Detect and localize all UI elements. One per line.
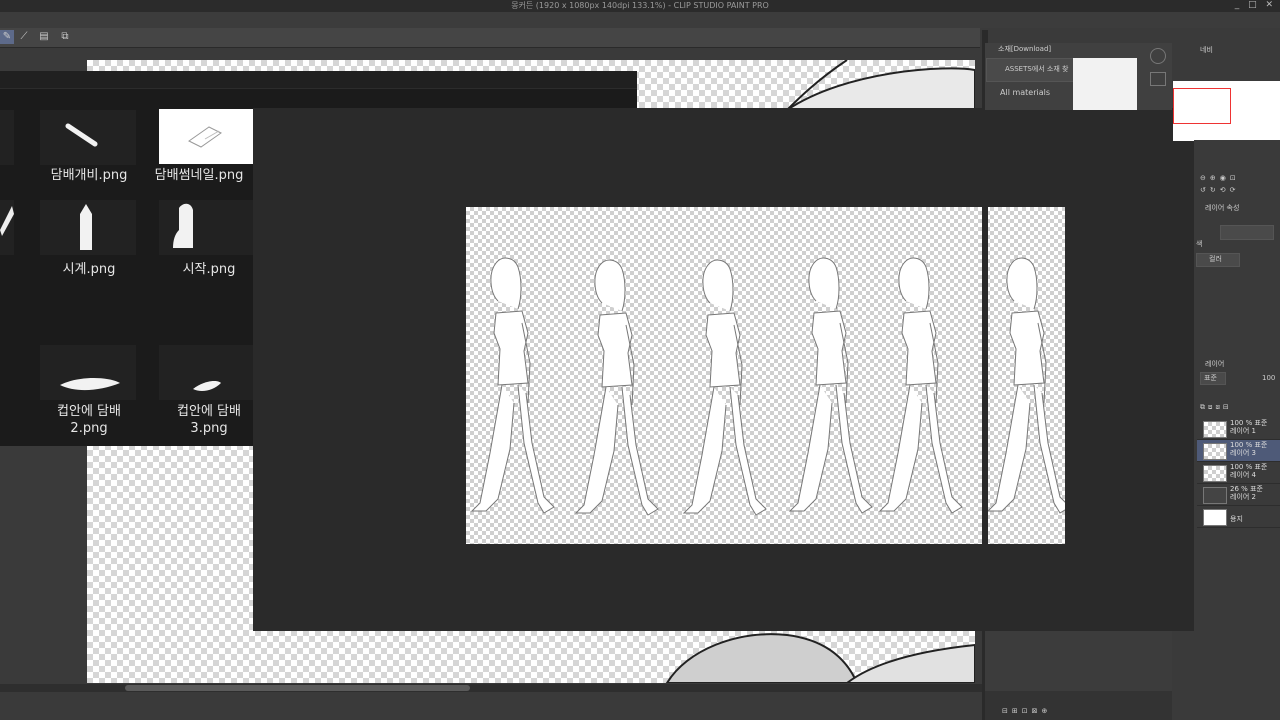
- layer-properties-tab[interactable]: 레이어 속성: [1205, 204, 1239, 213]
- file-thumbnail[interactable]: [0, 200, 14, 255]
- file-name-partial[interactable]: png: [0, 403, 20, 420]
- ash-pile-icon: [60, 378, 120, 391]
- layer-name: 레이어 3: [1230, 449, 1256, 457]
- layer-thumbnail: [1203, 465, 1227, 482]
- file-name[interactable]: 담배썸네일.png: [139, 167, 259, 184]
- layer-info: 26 % 표준: [1230, 485, 1263, 493]
- layer-thumbnail: [1203, 487, 1227, 504]
- navigator-viewport[interactable]: [1173, 88, 1231, 124]
- layer-name: 레이어 1: [1230, 427, 1256, 435]
- file-thumbnail[interactable]: [40, 200, 136, 255]
- preview-image: [466, 207, 1065, 544]
- blend-mode-select[interactable]: 표준: [1200, 372, 1226, 385]
- layer-info: 100 % 표준: [1230, 441, 1268, 449]
- file-thumbnail[interactable]: [40, 345, 136, 400]
- rotate-controls-icon[interactable]: ↺↻⟲⟳: [1200, 186, 1239, 195]
- layer-thumbnail: [1203, 421, 1227, 438]
- watch-icon: [80, 204, 92, 250]
- scrollbar-thumb[interactable]: [125, 685, 470, 691]
- file-browser-header: [0, 71, 637, 89]
- transform-icon[interactable]: ⧉: [58, 30, 72, 44]
- file-thumbnail[interactable]: [0, 110, 14, 165]
- brush-stroke-icon: [0, 206, 14, 236]
- material-thumbnail[interactable]: [1073, 58, 1137, 110]
- girl-silhouette: [173, 203, 193, 248]
- panel-divider: [982, 30, 988, 720]
- menu-bar: [0, 12, 1280, 28]
- file-name[interactable]: 시계.png: [19, 261, 159, 278]
- layer-thumbnail: [1203, 443, 1227, 460]
- navigator-preview[interactable]: [1173, 81, 1280, 141]
- opacity-value[interactable]: 100: [1262, 374, 1275, 383]
- cigarette-icon: [65, 123, 98, 147]
- file-thumbnail[interactable]: [159, 345, 255, 400]
- zoom-controls-icon[interactable]: ⊖⊕◉⊡: [1200, 174, 1240, 183]
- layer-name: 레이어 4: [1230, 471, 1256, 479]
- blend-mode-value: 표준: [1204, 374, 1217, 382]
- assets-button[interactable]: ASSETS에서 소재 찾: [986, 58, 1074, 82]
- layer-info: 100 % 표준: [1230, 463, 1268, 471]
- ash-pile-icon: [193, 381, 221, 391]
- effect-label: 색: [1196, 240, 1203, 248]
- layer-tab[interactable]: 레이어: [1205, 360, 1224, 369]
- document-icon[interactable]: ▤: [37, 30, 51, 44]
- file-thumbnail[interactable]: [159, 109, 253, 164]
- file-name-partial[interactable]: t.: [0, 261, 10, 278]
- layer-name: 레이어 2: [1230, 493, 1256, 501]
- status-bar: [0, 692, 982, 720]
- material-list-panel: [985, 631, 1172, 691]
- file-thumbnail[interactable]: [40, 110, 136, 165]
- material-tab[interactable]: 소재[Download]: [998, 45, 1051, 54]
- color-mode-value: 컬러: [1209, 255, 1222, 263]
- layer-info: 100 % 표준: [1230, 419, 1268, 427]
- color-mode-select[interactable]: 컬러: [1196, 253, 1240, 267]
- effect-buttons[interactable]: [1220, 225, 1274, 240]
- cigarette-thumbnail: [188, 126, 222, 148]
- window-title: 몽커든 (1920 x 1080px 140dpi 133.1%) - CLIP…: [511, 1, 769, 10]
- download-icon[interactable]: [1150, 72, 1166, 86]
- ruler-tool-icon[interactable]: ⟋: [17, 30, 31, 44]
- pen-tool-icon[interactable]: ✎: [0, 30, 14, 44]
- walking-figures-artwork: [471, 257, 1065, 516]
- material-tree-item[interactable]: All materials: [1000, 88, 1050, 97]
- layer-thumbnail: [1203, 509, 1227, 526]
- panel-bottom-icons[interactable]: ⊟⊞⊡⊠⊕: [1002, 707, 1051, 716]
- window-controls[interactable]: _ □ ✕: [1235, 0, 1276, 11]
- file-thumbnail[interactable]: [159, 200, 255, 255]
- layer-tools-icon[interactable]: ⧉⧈⧇⊟: [1200, 403, 1232, 412]
- search-icon[interactable]: [1150, 48, 1166, 64]
- assets-button-label: ASSETS에서 소재 찾: [1005, 65, 1069, 73]
- file-name[interactable]: 담배개비.png: [19, 167, 159, 184]
- navigator-tab[interactable]: 네비: [1200, 46, 1213, 55]
- command-bar: [0, 28, 980, 48]
- layer-name: 용지: [1230, 515, 1243, 523]
- file-name[interactable]: 컵안에 담배 2.png: [19, 403, 159, 437]
